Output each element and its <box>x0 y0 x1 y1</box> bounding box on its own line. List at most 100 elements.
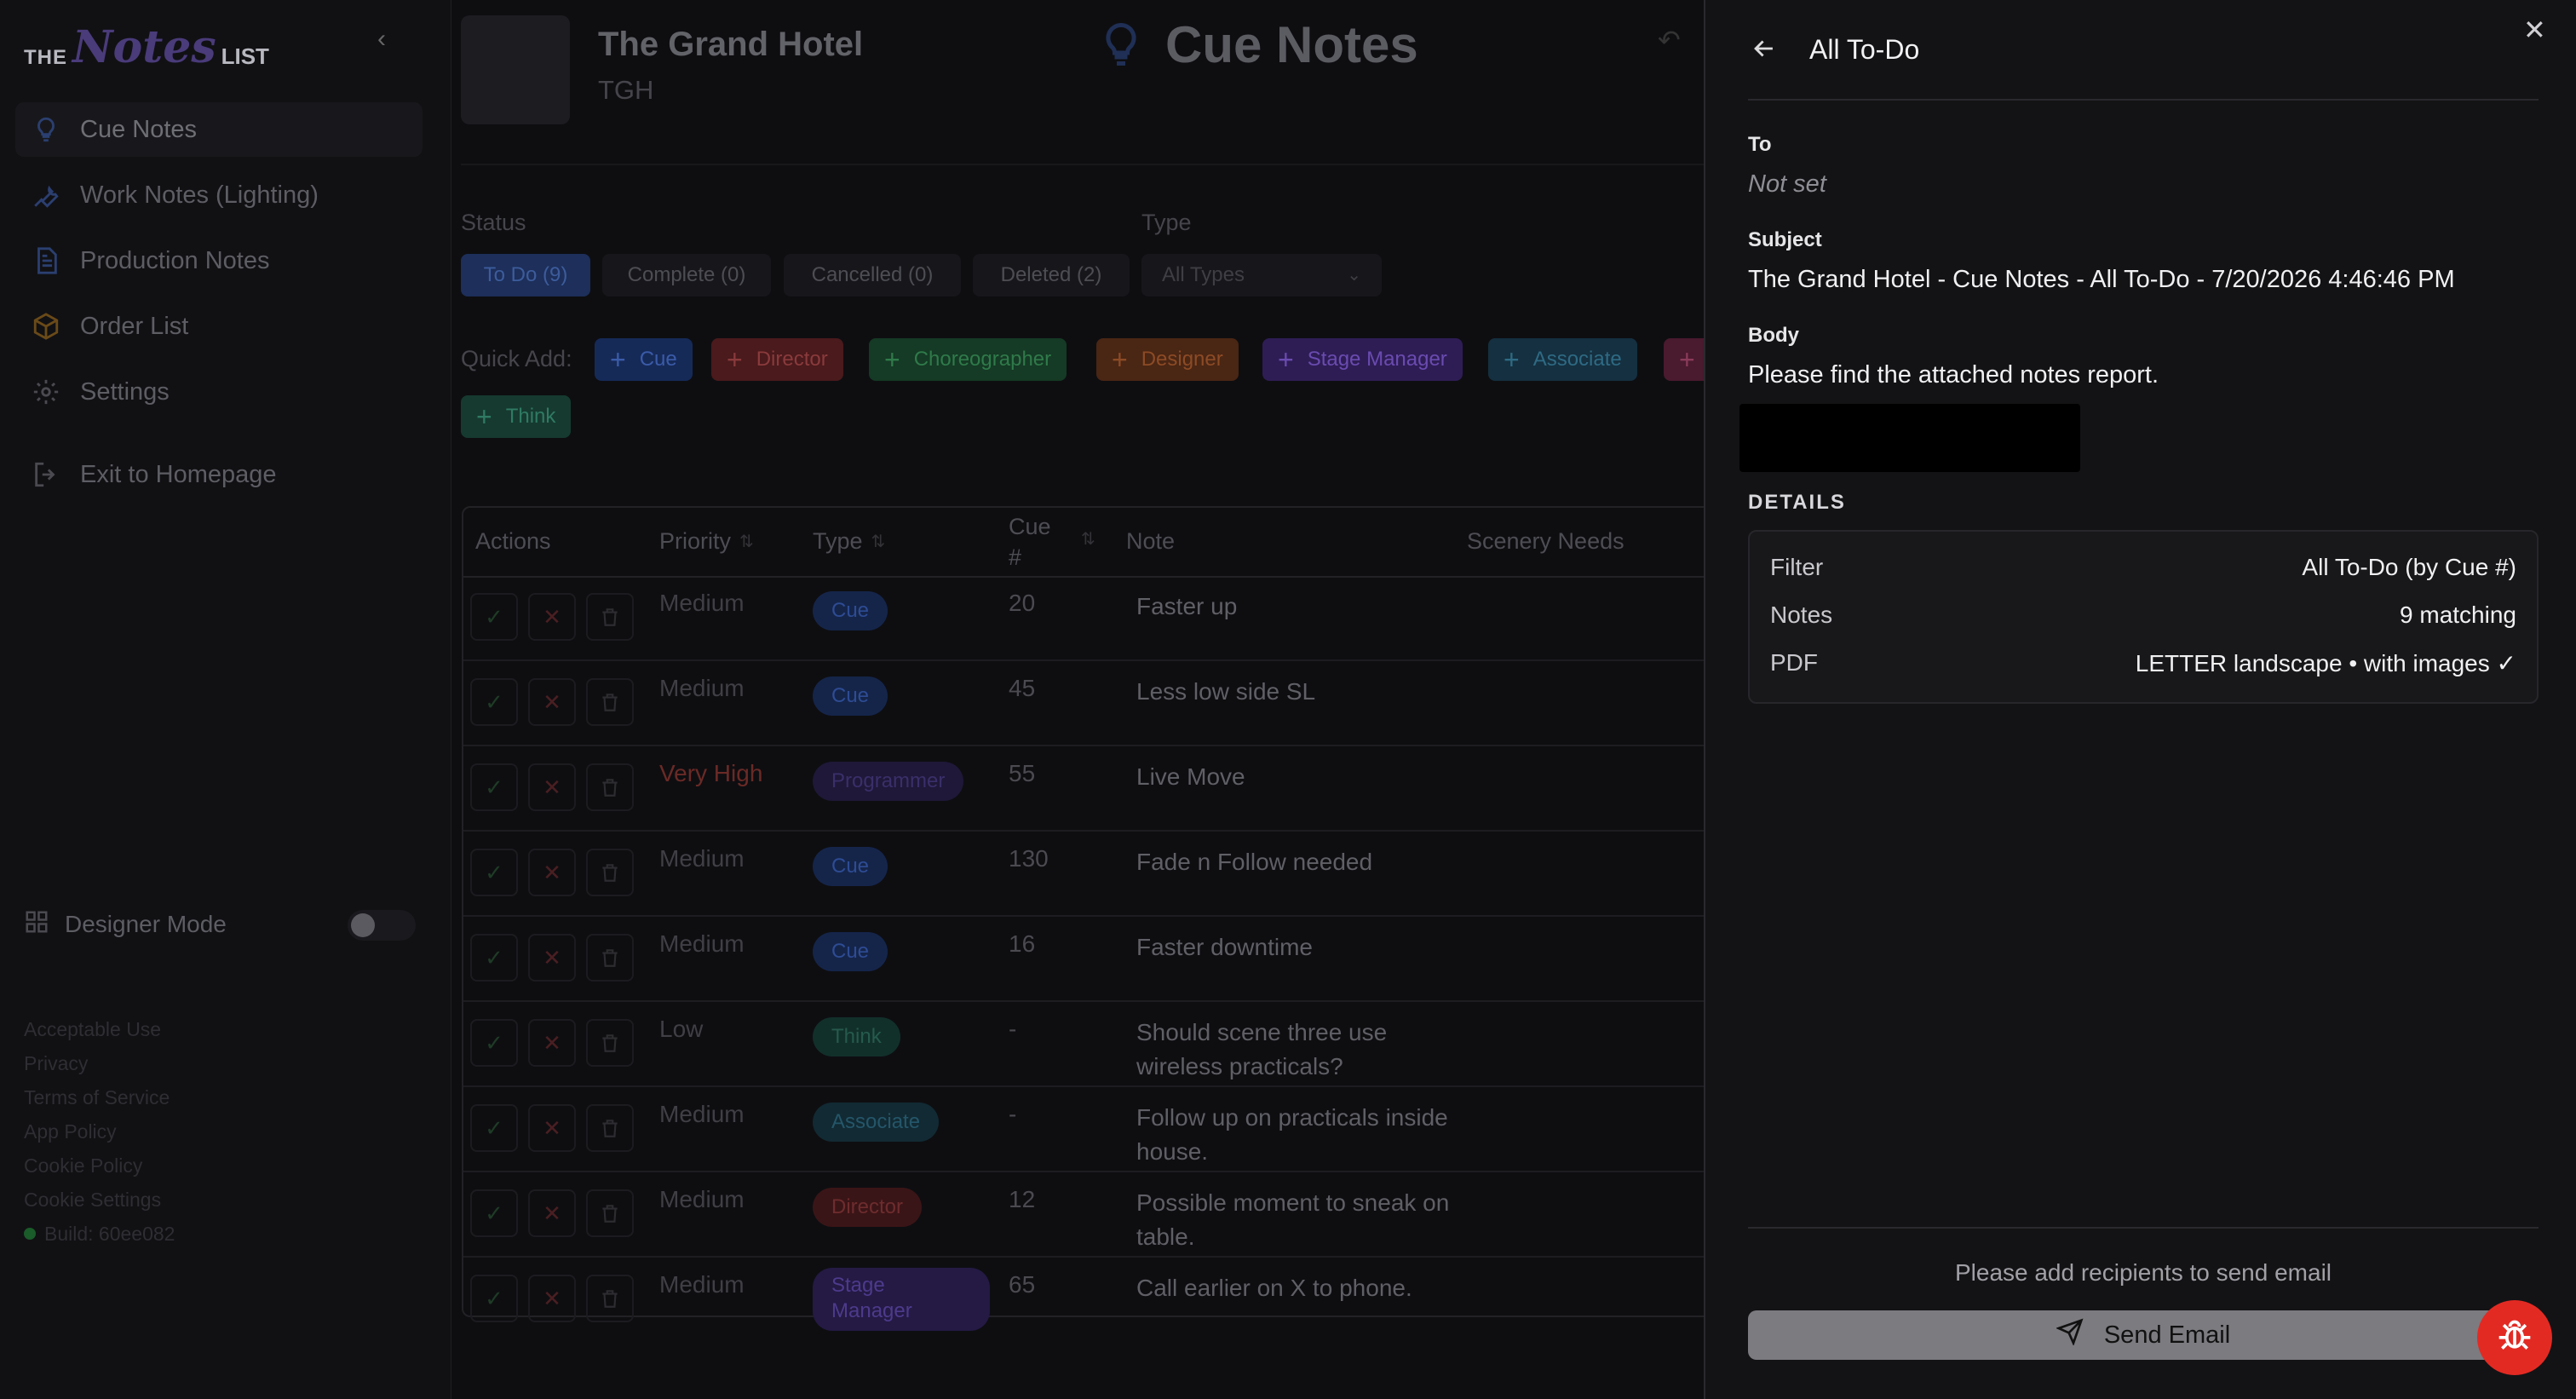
send-email-button[interactable]: Send Email <box>1748 1310 2539 1360</box>
complete-check-icon[interactable]: ✓ <box>470 763 518 811</box>
app-policy-link[interactable]: App Policy <box>24 1114 175 1149</box>
sidebar-item-label: Cue Notes <box>80 115 198 143</box>
sort-icon: ⇅ <box>871 533 886 551</box>
quick-add-label-text: Think <box>505 405 556 428</box>
trash-icon[interactable] <box>586 1019 634 1067</box>
sidebar-item-cue-notes[interactable]: Cue Notes <box>15 102 423 157</box>
cue-number: 130 <box>1009 845 1049 872</box>
column-header-scenery: Scenery Needs <box>1467 528 1624 555</box>
sidebar-item-exit[interactable]: Exit to Homepage <box>15 447 423 502</box>
table-row[interactable]: ✓ ✕ Low Think - Should scene three use wirele… <box>463 1005 1704 1087</box>
complete-check-icon[interactable]: ✓ <box>470 1019 518 1067</box>
quick-add-stage-manager-button[interactable]: + Stage Manager <box>1262 338 1463 381</box>
collapse-sidebar-icon[interactable]: ‹ <box>366 24 397 55</box>
cue-number: 12 <box>1009 1186 1036 1212</box>
trash-icon[interactable] <box>586 1275 634 1322</box>
complete-check-icon[interactable]: ✓ <box>470 1275 518 1322</box>
designer-mode-toggle[interactable] <box>348 910 416 941</box>
cancel-x-icon[interactable]: ✕ <box>528 763 576 811</box>
sort-icon[interactable]: ⇅ <box>1081 528 1095 550</box>
sidebar-item-production-notes[interactable]: Production Notes <box>15 233 423 288</box>
trash-icon[interactable] <box>586 763 634 811</box>
trash-icon[interactable] <box>586 1104 634 1152</box>
complete-check-icon[interactable]: ✓ <box>470 593 518 641</box>
sidebar-item-order-list[interactable]: Order List <box>15 299 423 354</box>
cookie-settings-link[interactable]: Cookie Settings <box>24 1183 175 1217</box>
quick-add-label: Quick Add: <box>461 346 572 371</box>
cancel-x-icon[interactable]: ✕ <box>528 934 576 982</box>
grid-icon <box>24 909 49 941</box>
undo-icon[interactable]: ↶ <box>1658 24 1681 56</box>
gear-icon <box>31 377 61 407</box>
cancel-x-icon[interactable]: ✕ <box>528 849 576 896</box>
complete-check-icon[interactable]: ✓ <box>470 678 518 726</box>
production-title: The Grand Hotel <box>598 26 864 63</box>
lightbulb-icon <box>1095 15 1147 73</box>
cancel-x-icon[interactable]: ✕ <box>528 678 576 726</box>
quick-add-director-button[interactable]: + Director <box>711 338 843 381</box>
back-arrow-icon[interactable] <box>1750 34 1779 63</box>
production-abbreviation: TGH <box>598 75 654 105</box>
table-row[interactable]: ✓ ✕ Medium Cue 16 Faster downtime <box>463 920 1704 1002</box>
cancel-x-icon[interactable]: ✕ <box>528 1019 576 1067</box>
terms-link[interactable]: Terms of Service <box>24 1080 175 1114</box>
status-chip-cancelled[interactable]: Cancelled (0) <box>784 254 961 296</box>
table-row[interactable]: ✓ ✕ Medium Director 12 Possible moment to sne… <box>463 1176 1704 1258</box>
cancel-x-icon[interactable]: ✕ <box>528 1104 576 1152</box>
privacy-link[interactable]: Privacy <box>24 1046 175 1080</box>
status-chip-complete[interactable]: Complete (0) <box>602 254 771 296</box>
status-chip-deleted[interactable]: Deleted (2) <box>973 254 1130 296</box>
header-label: Priority <box>659 528 732 554</box>
trash-icon[interactable] <box>586 678 634 726</box>
column-header-priority[interactable]: Priority ⇅ <box>659 528 754 555</box>
to-value[interactable]: Not set <box>1748 170 1826 199</box>
close-icon[interactable]: ✕ <box>2523 14 2546 46</box>
email-panel: All To-Do ✕ To Not set Subject The Grand… <box>1704 0 2576 1399</box>
type-select[interactable]: All Types ⌄ <box>1141 254 1382 296</box>
cancel-x-icon[interactable]: ✕ <box>528 1275 576 1322</box>
quick-add-label-text: Director <box>756 348 828 371</box>
subject-value[interactable]: The Grand Hotel - Cue Notes - All To-Do … <box>1748 266 2455 294</box>
sidebar-item-label: Exit to Homepage <box>80 460 277 488</box>
column-header-cue[interactable]: Cue # <box>1009 511 1060 573</box>
cancel-x-icon[interactable]: ✕ <box>528 593 576 641</box>
app-logo[interactable]: THE Notes LIST <box>24 15 269 70</box>
header-label: Scenery Needs <box>1467 528 1624 554</box>
quick-add-designer-button[interactable]: + Designer <box>1096 338 1239 381</box>
note-text: Possible moment to sneak on table. <box>1136 1189 1450 1250</box>
complete-check-icon[interactable]: ✓ <box>470 1104 518 1152</box>
trash-icon[interactable] <box>586 849 634 896</box>
table-row[interactable]: ✓ ✕ Medium Associate - Follow up on practical… <box>463 1091 1704 1172</box>
trash-icon[interactable] <box>586 934 634 982</box>
table-row[interactable]: ✓ ✕ Medium Cue 45 Less low side SL <box>463 665 1704 746</box>
status-chip-todo[interactable]: To Do (9) <box>461 254 590 296</box>
table-row[interactable]: ✓ ✕ Medium Cue 130 Fade n Follow needed <box>463 835 1704 917</box>
bug-report-button[interactable] <box>2477 1300 2552 1375</box>
trash-icon[interactable] <box>586 593 634 641</box>
chevron-down-icon: ⌄ <box>1347 266 1361 285</box>
plus-icon: + <box>1679 343 1695 375</box>
quick-add-more-button[interactable]: + <box>1664 338 1704 381</box>
column-header-type[interactable]: Type ⇅ <box>813 528 885 555</box>
sidebar-item-settings[interactable]: Settings <box>15 365 423 419</box>
type-label: Type <box>1141 210 1192 235</box>
complete-check-icon[interactable]: ✓ <box>470 849 518 896</box>
table-row[interactable]: ✓ ✕ Medium Cue 20 Faster up <box>463 579 1704 661</box>
cookie-policy-link[interactable]: Cookie Policy <box>24 1149 175 1183</box>
quick-add-cue-button[interactable]: + Cue <box>595 338 693 381</box>
trash-icon[interactable] <box>586 1189 634 1237</box>
sidebar: THE Notes LIST ‹ Cue Notes Work Notes (L… <box>0 0 451 1399</box>
acceptable-use-link[interactable]: Acceptable Use <box>24 1012 175 1046</box>
table-row[interactable]: ✓ ✕ Very High Programmer 55 Live Move <box>463 750 1704 832</box>
details-row-pdf: PDF LETTER landscape • with images ✓ <box>1750 637 2537 685</box>
sidebar-item-work-notes[interactable]: Work Notes (Lighting) <box>15 168 423 222</box>
quick-add-choreographer-button[interactable]: + Choreographer <box>869 338 1067 381</box>
quick-add-think-button[interactable]: + Think <box>461 395 572 438</box>
complete-check-icon[interactable]: ✓ <box>470 934 518 982</box>
plus-icon: + <box>1112 343 1128 375</box>
complete-check-icon[interactable]: ✓ <box>470 1189 518 1237</box>
table-row[interactable]: ✓ ✕ Medium Stage Manager 65 Call earlier on X… <box>463 1261 1704 1343</box>
quick-add-associate-button[interactable]: + Associate <box>1488 338 1637 381</box>
cancel-x-icon[interactable]: ✕ <box>528 1189 576 1237</box>
body-value[interactable]: Please find the attached notes report. <box>1748 361 2159 389</box>
